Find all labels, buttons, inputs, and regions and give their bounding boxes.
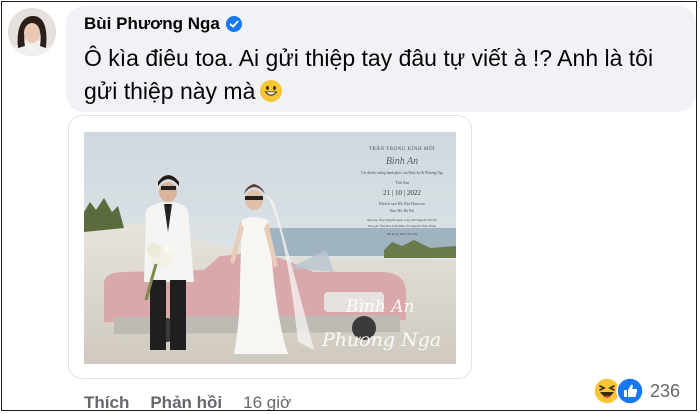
signature-line-2: Phương Nga xyxy=(321,329,441,351)
photo-attachment[interactable]: TRÂN TRỌNG KÍNH MỜI Bình An Tới dự tiệc … xyxy=(68,115,472,379)
comment-actions: Thích Phản hồi 16 giờ xyxy=(84,393,291,410)
invite-venue: Khách sạn Hà Nội Daewoo xyxy=(379,201,425,206)
reaction-count: 236 xyxy=(650,380,681,401)
avatar-photo xyxy=(8,8,56,56)
comment-frame: Bùi Phương Nga Ô kìa điêu toa. Ai gửi th… xyxy=(1,1,697,411)
wedding-invitation-photo[interactable]: TRÂN TRỌNG KÍNH MỜI Bình An Tới dự tiệc … xyxy=(84,132,456,364)
like-icon xyxy=(616,377,644,405)
verified-badge-icon xyxy=(225,16,242,32)
invite-line: Tới dự tiệc mừng hạnh phúc của Bình An &… xyxy=(361,171,444,175)
invite-weekday: Thứ Sáu xyxy=(395,180,409,185)
invite-script-name: Bình An xyxy=(386,156,418,167)
invite-header: TRÂN TRỌNG KÍNH MỜI xyxy=(369,146,435,152)
comment-bubble: Bùi Phương Nga Ô kìa điêu toa. Ai gửi th… xyxy=(66,6,696,112)
signature-line-1: Bình An xyxy=(345,297,414,317)
author-name[interactable]: Bùi Phương Nga xyxy=(84,14,242,34)
reactions-summary[interactable]: 236 xyxy=(593,374,689,408)
invite-footer: Rất mong được đón tiếp xyxy=(387,232,418,236)
comment-body: Ô kìa điêu toa. Ai gửi thiệp tay đâu tự … xyxy=(84,45,654,104)
grinning-emoji-icon xyxy=(259,79,283,103)
avatar[interactable] xyxy=(8,8,56,56)
like-action[interactable]: Thích xyxy=(84,393,129,410)
reply-action[interactable]: Phản hồi xyxy=(150,393,222,410)
author-name-text[interactable]: Bùi Phương Nga xyxy=(84,14,220,34)
comment-timestamp[interactable]: 16 giờ xyxy=(243,393,291,410)
invite-date: 21 | 10 | 2022 xyxy=(383,189,421,197)
comment-text: Ô kìa điêu toa. Ai gửi thiệp tay đâu tự … xyxy=(84,42,684,108)
